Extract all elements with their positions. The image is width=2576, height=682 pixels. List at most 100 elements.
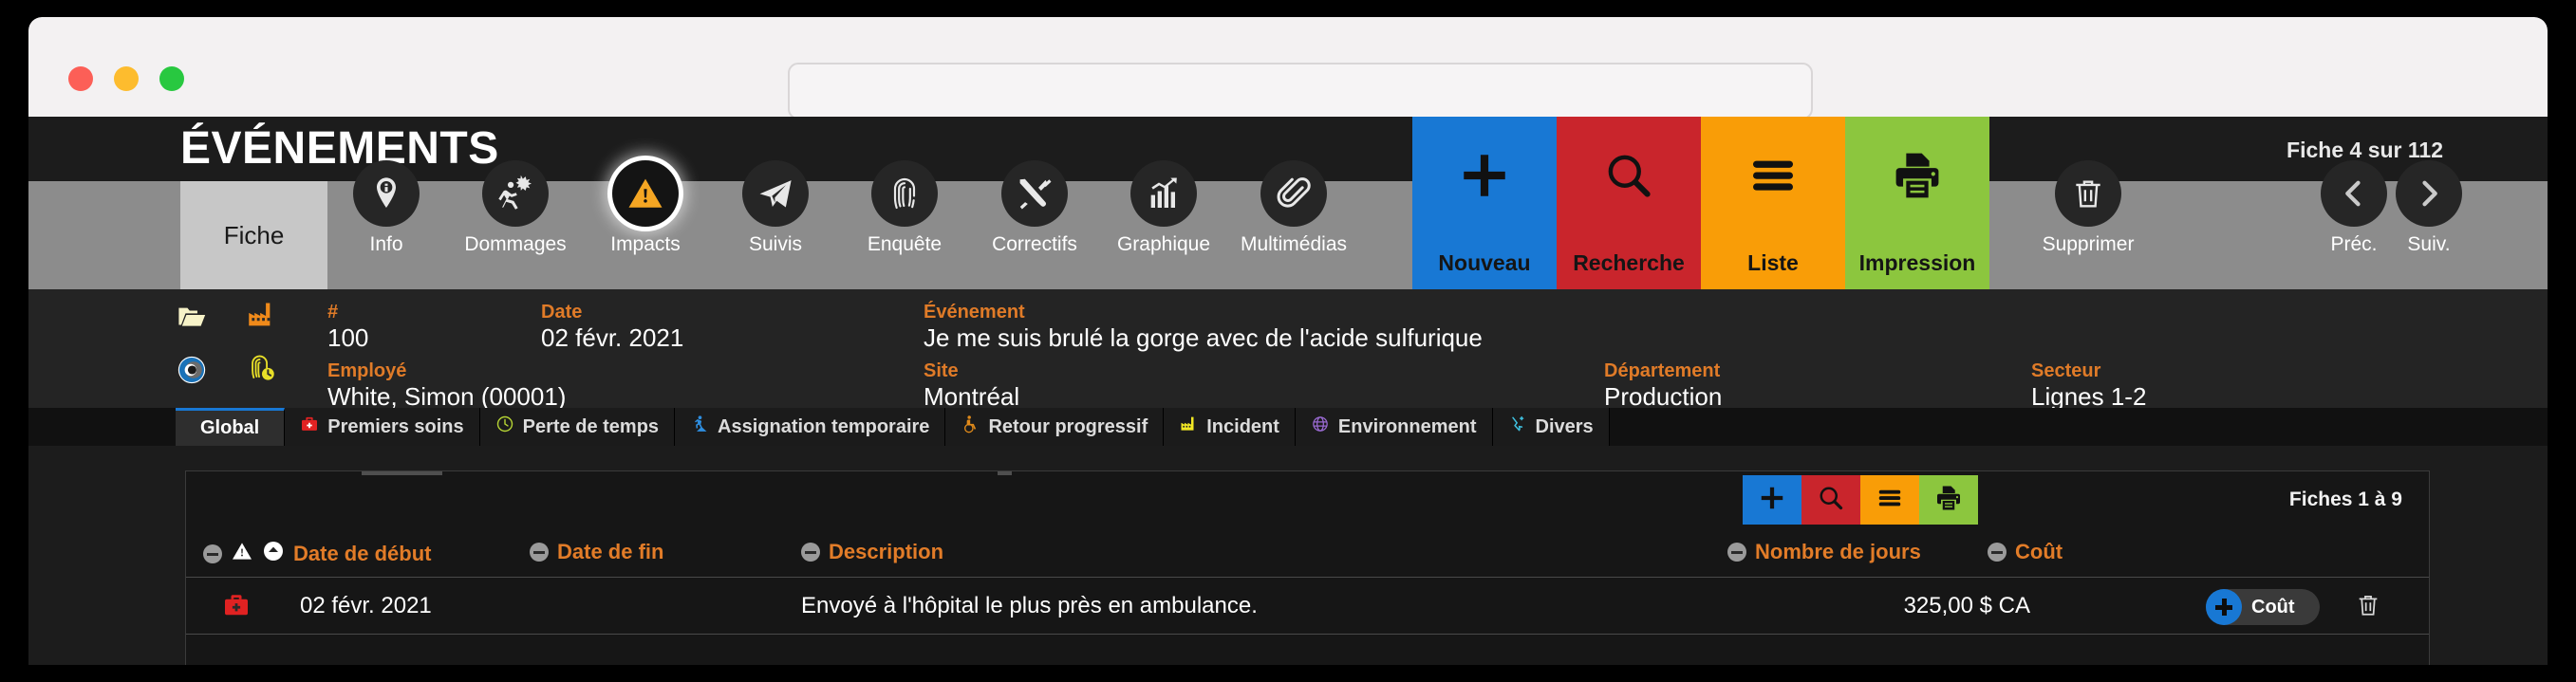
zoom-button[interactable] xyxy=(159,66,184,91)
plus-icon xyxy=(1457,141,1512,210)
nav-item-multimedias-label: Multimédias xyxy=(1240,233,1348,255)
tab-global[interactable]: Global xyxy=(176,408,286,446)
nav-item-impacts-label: Impacts xyxy=(610,233,681,255)
nav-item-suivis[interactable]: Suivis xyxy=(714,160,837,289)
subpanel-record-count: Fiches 1 à 9 xyxy=(2288,488,2402,510)
tab-retour-progressif[interactable]: Retour progressif xyxy=(945,408,1165,446)
action-button-impression[interactable]: Impression xyxy=(1845,117,1989,289)
tools-icon xyxy=(1001,160,1068,227)
nav-item-enquete[interactable]: Enquête xyxy=(843,160,966,289)
tab-premiers-soins[interactable]: Premiers soins xyxy=(285,408,480,446)
nav-tab-fiche[interactable]: Fiche xyxy=(180,181,327,289)
add-cout-button[interactable]: Coût xyxy=(2206,589,2320,625)
subpanel-new-button[interactable] xyxy=(1743,475,1801,525)
action-button-recherche-label: Recherche xyxy=(1573,250,1685,275)
tab-assignation-temporaire[interactable]: Assignation temporaire xyxy=(675,408,946,446)
field-evenement: Événement Je me suis brulé la gorge avec… xyxy=(924,303,1483,354)
printer-icon xyxy=(1934,484,1963,517)
action-button-liste[interactable]: Liste xyxy=(1701,117,1845,289)
nav-item-dommages[interactable]: Dommages xyxy=(454,160,577,289)
collapse-icon[interactable] xyxy=(203,544,222,563)
tab-premiers-soins-label: Premiers soins xyxy=(327,415,464,437)
column-header-cout[interactable]: Coût xyxy=(1988,540,2063,564)
field-date-value: 02 févr. 2021 xyxy=(541,323,684,352)
counter-prefix: Fiche xyxy=(2287,138,2344,162)
collapse-icon[interactable] xyxy=(1727,543,1746,562)
column-header-date-debut-label: Date de début xyxy=(293,542,432,565)
warning-icon xyxy=(231,540,253,568)
field-secteur: Secteur Lignes 1-2 xyxy=(2031,361,2146,413)
subpanel-print-button[interactable] xyxy=(1919,475,1978,525)
field-site: Site Montréal xyxy=(924,361,1019,413)
field-employe-label: Employé xyxy=(327,360,407,381)
tab-incident[interactable]: Incident xyxy=(1164,408,1296,446)
impacts-subpanel: Fiches 1 à 9 Date de début Date de fin D… xyxy=(185,470,2430,665)
minimize-button[interactable] xyxy=(114,66,139,91)
factory-icon xyxy=(245,299,277,336)
close-button[interactable] xyxy=(68,66,93,91)
address-bar[interactable] xyxy=(788,63,1813,120)
field-employe: Employé White, Simon (00001) xyxy=(327,361,566,413)
nav-item-multimedias[interactable]: Multimédias xyxy=(1232,160,1355,289)
tab-environnement-label: Environnement xyxy=(1337,415,1477,437)
nav-tab-fiche-label: Fiche xyxy=(223,220,285,249)
tab-divers[interactable]: Divers xyxy=(1492,408,1610,446)
collapse-icon[interactable] xyxy=(1988,543,2007,562)
magnifier-icon xyxy=(1602,141,1655,210)
nav-item-impacts[interactable]: Impacts xyxy=(584,160,707,289)
cell-description: Envoyé à l'hôpital le plus près en ambul… xyxy=(801,593,1258,618)
column-header-date-fin[interactable]: Date de fin xyxy=(530,540,663,564)
sort-ascending-icon[interactable] xyxy=(262,540,285,568)
action-button-recherche[interactable]: Recherche xyxy=(1557,117,1701,289)
first-aid-kit-icon xyxy=(222,591,251,624)
paperclip-icon xyxy=(1260,160,1327,227)
nav-item-next-label: Suiv. xyxy=(2407,233,2451,255)
chevron-right-icon xyxy=(2396,160,2462,227)
collapse-icon[interactable] xyxy=(530,543,549,562)
record-counter: Fiche 4 sur 112 xyxy=(2287,138,2443,163)
tab-divers-label: Divers xyxy=(1535,415,1594,437)
row-delete-button[interactable] xyxy=(2350,589,2386,625)
subpanel-search-button[interactable] xyxy=(1801,475,1860,525)
plus-icon xyxy=(2206,589,2242,625)
list-icon xyxy=(1876,484,1904,517)
counter-total: 112 xyxy=(2407,138,2443,162)
column-header-nombre-de-jours[interactable]: Nombre de jours xyxy=(1727,540,1921,564)
nav-item-next[interactable]: Suiv. xyxy=(2367,160,2491,289)
nav-item-correctifs[interactable]: Correctifs xyxy=(973,160,1096,289)
bar-chart-icon xyxy=(1130,160,1197,227)
nav-item-graphique-label: Graphique xyxy=(1116,233,1211,255)
injury-icon xyxy=(482,160,549,227)
tab-perte-de-temps[interactable]: Perte de temps xyxy=(479,408,676,446)
field-date-label: Date xyxy=(541,302,583,323)
subpanel-list-button[interactable] xyxy=(1860,475,1919,525)
field-numero-label: # xyxy=(327,302,339,323)
trash-icon xyxy=(2055,160,2121,227)
column-header-description[interactable]: Description xyxy=(801,540,943,564)
action-button-nouveau[interactable]: Nouveau xyxy=(1412,117,1557,289)
table-row[interactable]: 02 févr. 2021 Envoyé à l'hôpital le plus… xyxy=(186,578,2429,635)
factory-yellow-icon xyxy=(1179,415,1198,439)
nav-item-supprimer[interactable]: Supprimer xyxy=(2026,160,2150,289)
table-column-headers: Date de début Date de fin Description No… xyxy=(186,528,2429,578)
nav-item-graphique[interactable]: Graphique xyxy=(1102,160,1225,289)
cell-cout: 325,00 $ CA xyxy=(1903,593,2030,618)
fingerprint-icon xyxy=(871,160,938,227)
tab-environnement[interactable]: Environnement xyxy=(1295,408,1493,446)
counter-middle: sur xyxy=(2367,138,2402,162)
cell-date-debut: 02 févr. 2021 xyxy=(300,593,432,618)
column-header-date-debut[interactable]: Date de début xyxy=(203,540,431,568)
collapse-icon[interactable] xyxy=(801,543,820,562)
nav-item-supprimer-label: Supprimer xyxy=(2042,233,2135,255)
wheelchair-icon xyxy=(961,415,980,439)
tab-retour-progressif-label: Retour progressif xyxy=(988,415,1148,437)
worker-icon xyxy=(690,415,709,439)
app-window: ÉVÉNEMENTS Fiche 4 sur 112 Fiche Info Do… xyxy=(28,17,2548,665)
nav-item-suivis-label: Suivis xyxy=(748,233,803,255)
open-folder-icon xyxy=(176,301,208,338)
trash-icon xyxy=(2355,592,2381,623)
magnifier-icon xyxy=(1817,484,1845,517)
field-secteur-label: Secteur xyxy=(2031,360,2101,381)
clock-icon xyxy=(495,415,514,439)
nav-item-info[interactable]: Info xyxy=(325,160,448,289)
